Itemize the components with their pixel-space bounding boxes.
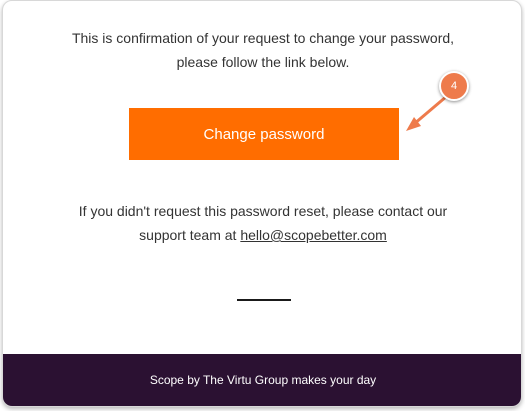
divider: [237, 299, 291, 301]
help-text: If you didn't request this password rese…: [3, 199, 521, 247]
help-line-2-prefix: support team at: [139, 227, 241, 243]
step-badge: 4: [439, 71, 469, 101]
intro-text: This is confirmation of your request to …: [3, 26, 521, 74]
intro-line-1: This is confirmation of your request to …: [71, 30, 455, 46]
email-card: This is confirmation of your request to …: [2, 0, 522, 407]
footer-banner: Scope by The Virtu Group makes your day: [3, 354, 521, 406]
intro-line-2: please follow the link below.: [176, 54, 350, 70]
change-password-button[interactable]: Change password: [129, 108, 399, 160]
help-line-1: If you didn't request this password rese…: [78, 203, 448, 219]
support-email-link[interactable]: hello@scopebetter.com: [240, 227, 387, 243]
footer-text: Scope by The Virtu Group makes your day: [149, 373, 377, 387]
